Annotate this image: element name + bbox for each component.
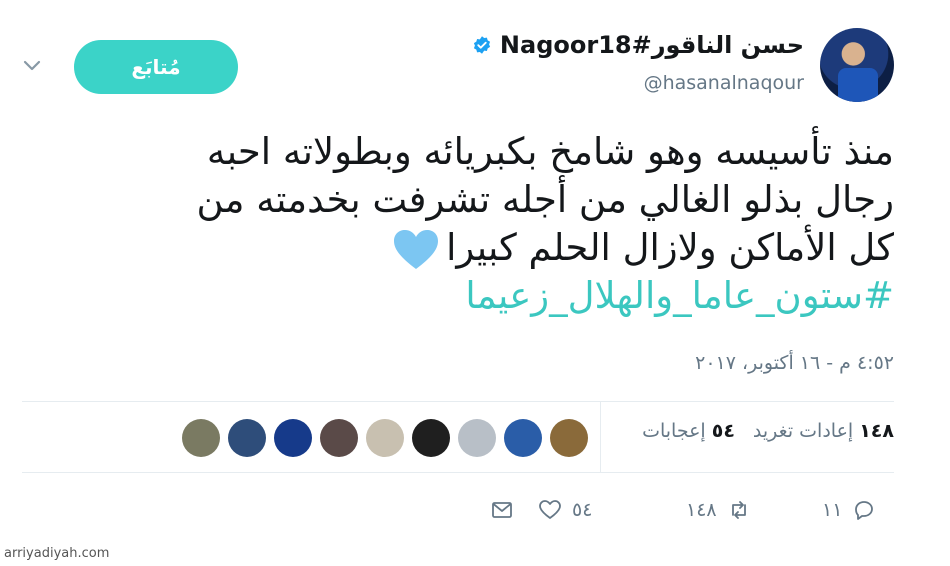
liker-avatar[interactable] — [274, 419, 312, 457]
tweet-text: منذ تأسيسه وهو شامخ بكبريائه وبطولاته اح… — [74, 128, 895, 320]
retweet-count: ١٤٨ — [686, 499, 717, 521]
message-action[interactable] — [490, 498, 514, 522]
reply-icon — [855, 501, 874, 520]
liker-avatar[interactable] — [550, 419, 588, 457]
retweet-action[interactable]: ١٤٨ — [686, 498, 751, 522]
tweet-line: كل الأماكن ولازال الحلم كبيرا — [446, 226, 894, 269]
divider — [22, 472, 894, 473]
liker-avatar[interactable] — [458, 419, 496, 457]
retweets-stat[interactable]: ١٤٨إعادات تغريد — [753, 420, 894, 442]
author-name-row: حسن الناقور#Nagoor18 — [472, 31, 804, 59]
likes-count: ٥٤ — [711, 420, 735, 442]
liker-avatar[interactable] — [504, 419, 542, 457]
heart-icon — [539, 500, 561, 519]
retweets-label: إعادات تغريد — [752, 420, 854, 442]
tweet-stats: ١٤٨إعادات تغريد ٥٤إعجابات — [642, 420, 894, 442]
tweet-line: رجال بذلو الغالي من أجله تشرفت بخدمته من — [196, 178, 895, 221]
liker-avatars — [182, 419, 588, 457]
retweets-count: ١٤٨ — [859, 420, 894, 442]
display-name[interactable]: حسن الناقور#Nagoor18 — [500, 31, 804, 59]
liker-avatar[interactable] — [366, 419, 404, 457]
tweet-line-with-emoji: كل الأماكن ولازال الحلم كبيرا — [74, 224, 894, 272]
liker-avatar[interactable] — [320, 419, 358, 457]
likes-label: إعجابات — [642, 420, 706, 442]
like-count: ٥٤ — [572, 499, 593, 521]
retweet-icon — [731, 501, 746, 519]
source-watermark: arriyadiyah.com — [4, 546, 110, 561]
likes-stat[interactable]: ٥٤إعجابات — [642, 420, 735, 442]
verified-badge-icon — [473, 36, 491, 54]
hashtag-link[interactable]: #ستون_عاما_والهلال_زعيما — [74, 272, 894, 320]
like-action[interactable]: ٥٤ — [538, 498, 592, 522]
stats-separator — [600, 402, 601, 472]
divider — [22, 401, 894, 402]
blue-heart-icon — [394, 229, 439, 269]
reply-count: ١١ — [822, 499, 843, 521]
liker-avatar[interactable] — [412, 419, 450, 457]
liker-avatar[interactable] — [228, 419, 266, 457]
tweet-line: منذ تأسيسه وهو شامخ بكبريائه وبطولاته اح… — [206, 130, 894, 173]
following-button[interactable]: مُتابَع — [74, 40, 238, 94]
envelope-icon — [492, 502, 512, 518]
user-handle[interactable]: @hasanalnaqour — [644, 72, 804, 94]
tweet-timestamp[interactable]: ٤:٥٢ م - ١٦ أكتوبر، ٢٠١٧ — [695, 352, 894, 374]
chevron-down-icon[interactable] — [22, 58, 42, 74]
avatar[interactable] — [820, 28, 894, 102]
reply-action[interactable]: ١١ — [822, 498, 876, 522]
liker-avatar[interactable] — [182, 419, 220, 457]
